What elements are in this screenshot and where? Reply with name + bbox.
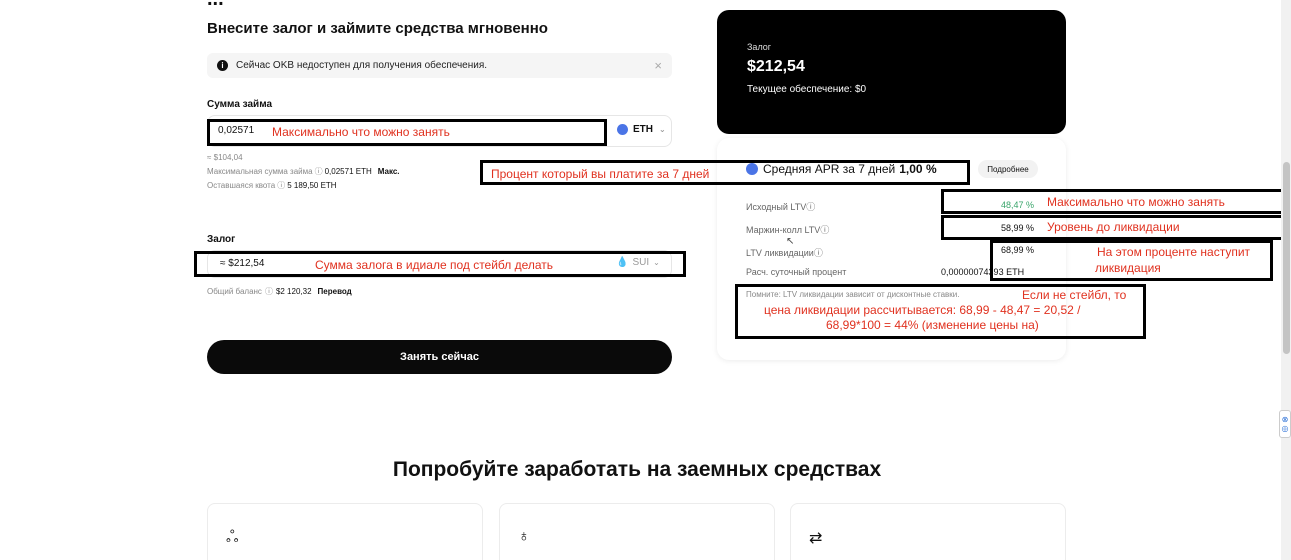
apr-value: 1,00 % [899, 162, 937, 176]
eth-coin-icon [617, 124, 628, 135]
loan-token-label: ETH [633, 124, 653, 135]
annotation-ltv-max: Максимально что можно занять [1047, 195, 1225, 209]
chevron-down-icon: ⌄ [659, 125, 666, 134]
info-icon: ⓘ [277, 181, 286, 190]
transfer-link[interactable]: Перевод [318, 287, 352, 296]
borrow-now-button[interactable]: Занять сейчас [207, 340, 672, 374]
annotation-margin-level: Уровень до ликвидации [1047, 220, 1180, 234]
margin-call-ltv-label: Маржин-колл LTVⓘ [746, 225, 830, 235]
annotation-max-borrow: Максимально что можно занять [272, 125, 450, 139]
details-button[interactable]: Подробнее [978, 160, 1038, 178]
annotation-formula-3: 68,99*100 = 44% (изменение цены на) [826, 318, 1039, 332]
annotation-formula-2: цена ликвидации рассчитывается: 68,99 - … [764, 303, 1081, 317]
quota-label: Оставшаяся квота [207, 181, 276, 190]
page-title-cut: ... [207, 0, 224, 11]
info-icon: ⓘ [820, 225, 830, 235]
feature-card-1[interactable]: ஃ [207, 503, 483, 560]
max-button[interactable]: Макс. [378, 167, 400, 176]
annotation-formula-1: Если не стейбл, то [1022, 288, 1127, 302]
quota-row: Оставшаяся квота ⓘ 5 189,50 ETH [207, 180, 337, 191]
max-loan-label: Максимальная сумма займа [207, 167, 313, 176]
mouse-cursor-icon: ↖ [786, 236, 795, 247]
scrollbar-thumb[interactable] [1283, 162, 1290, 354]
quota-value: 5 189,50 ETH [287, 181, 337, 190]
collateral-summary-card: Залог $212,54 Текущее обеспечение: $0 [717, 10, 1066, 134]
notice-text: Сейчас OKB недоступен для получения обес… [236, 60, 488, 71]
ltv-reminder: Помните: LTV ликвидации зависит от диско… [746, 290, 960, 299]
annotation-liquidation-2: ликвидация [1095, 261, 1161, 275]
annotation-collateral-note: Сумма залога в идиале под стейбл делать [315, 258, 554, 272]
section-title: Попробуйте заработать на заемных средств… [392, 458, 882, 481]
info-icon: ⓘ [314, 167, 323, 176]
info-icon: ⓘ [813, 248, 823, 258]
info-icon: i [217, 60, 228, 71]
summary-value: $212,54 [747, 58, 805, 75]
close-icon[interactable]: × [654, 58, 662, 73]
loan-usd-value: ≈ $104,04 [207, 153, 243, 162]
liquidation-ltv-label: LTV ликвидацииⓘ [746, 248, 823, 258]
apr-label: Средняя APR за 7 дней [763, 162, 896, 176]
money-bag-icon: ♁ [518, 528, 530, 545]
max-loan-row: Максимальная сумма займа ⓘ 0,02571 ETH М… [207, 166, 400, 177]
max-loan-value: 0,02571 ETH [324, 167, 372, 176]
annotation-liquidation-1: На этом проценте наступит [1097, 245, 1251, 259]
annotation-apr-note: Процент который вы платите за 7 дней [491, 167, 710, 181]
side-widget-icon[interactable]: ⊗ ◎ [1279, 410, 1291, 438]
initial-ltv-label: Исходный LTVⓘ [746, 202, 816, 212]
page-subtitle: Внесите залог и займите средства мгновен… [207, 20, 548, 37]
balance-value: $2 120,32 [275, 287, 312, 296]
summary-label: Залог [747, 42, 772, 52]
network-icon: ஃ [226, 529, 239, 546]
balance-label: Общий баланс [207, 287, 262, 296]
apr-row: Средняя APR за 7 дней 1,00 % [746, 162, 937, 176]
info-icon: ⓘ [806, 202, 816, 212]
loan-token-select[interactable]: ETH ⌄ [617, 124, 666, 135]
feature-card-2[interactable]: ♁ [499, 503, 775, 560]
notice-banner: i Сейчас OKB недоступен для получения об… [207, 53, 672, 78]
feature-card-3[interactable]: ⇄ [790, 503, 1066, 560]
collateral-label: Залог [207, 234, 236, 245]
loan-amount-label: Сумма займа [207, 99, 273, 110]
summary-current: Текущее обеспечение: $0 [747, 84, 867, 95]
info-icon: ⓘ [264, 287, 273, 296]
balance-row: Общий баланс ⓘ $2 120,32 Перевод [207, 286, 352, 297]
daily-interest-label: Расч. суточный процент [746, 267, 847, 277]
eth-coin-icon [746, 163, 758, 175]
swap-icon: ⇄ [809, 530, 823, 547]
